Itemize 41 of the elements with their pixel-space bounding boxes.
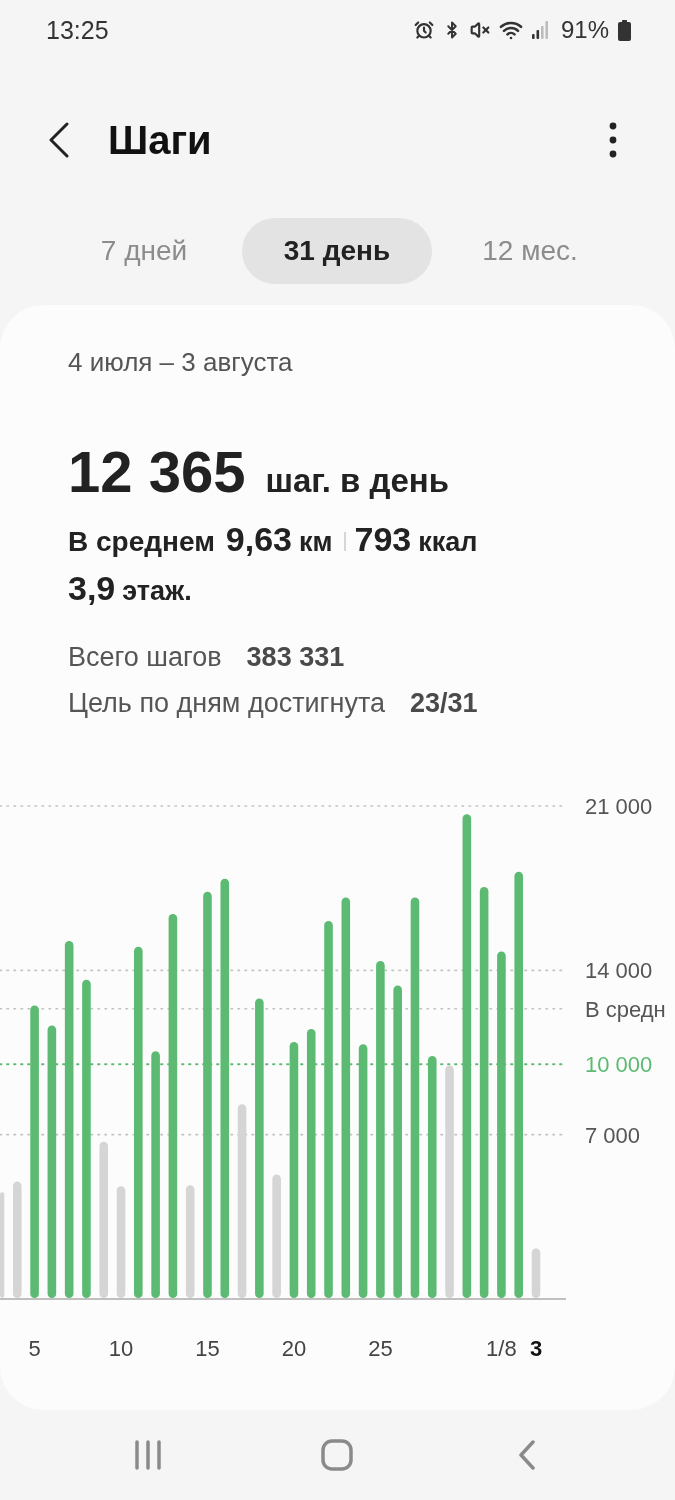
average-value: 9,63 [225,519,293,560]
status-time: 13:25 [46,15,110,45]
period-tab[interactable]: 12 мес. [435,218,625,284]
average-value: 793 [354,519,412,560]
x-axis-label: 20 [281,1336,307,1361]
y-axis-label: 14 000 [585,958,653,984]
page-title: Шаги [108,117,213,163]
date-range: 4 июля – 3 августа [68,347,293,377]
battery-level: 91% [560,16,609,44]
average-unit: ккал [418,526,478,559]
period-tab[interactable]: 7 дней [49,218,239,284]
recent-apps-icon[interactable] [133,1440,162,1470]
x-axis-label: 10 [108,1336,134,1361]
x-axis-label: 15 [195,1336,220,1361]
alarm-icon [413,20,434,40]
back-icon[interactable] [48,122,70,158]
battery-icon [618,19,631,41]
daily-steps-value: 12 365 [68,438,246,506]
more-options-icon[interactable] [609,122,617,158]
signal-icon [531,21,548,39]
goal-label: 10 000 [585,1052,653,1078]
average-unit: км [299,526,333,559]
total-value: 383 331 [246,641,345,674]
period-tab[interactable]: 31 день [242,218,432,284]
average-label: В среднем [68,525,215,559]
average-line-label: В средн [585,996,666,1022]
x-axis-label: 25 [368,1336,393,1361]
total-label: Всего шагов [68,641,222,674]
x-axis-label: 1/8 [486,1336,517,1361]
total-value: 23/31 [409,687,478,720]
mute-icon [469,20,490,40]
x-axis-label: 5 [28,1336,41,1361]
y-axis-label: 7 000 [585,1122,641,1148]
average-unit: этаж. [122,575,192,608]
home-icon[interactable] [321,1439,354,1471]
x-axis-label: 3 [529,1336,543,1361]
total-label: Цель по дням достигнута [68,687,385,720]
step-bar [531,1248,541,1298]
y-axis-label: 21 000 [585,794,653,819]
average-value: 3,9 [68,568,116,609]
daily-steps-unit: шаг. в день [265,461,450,501]
